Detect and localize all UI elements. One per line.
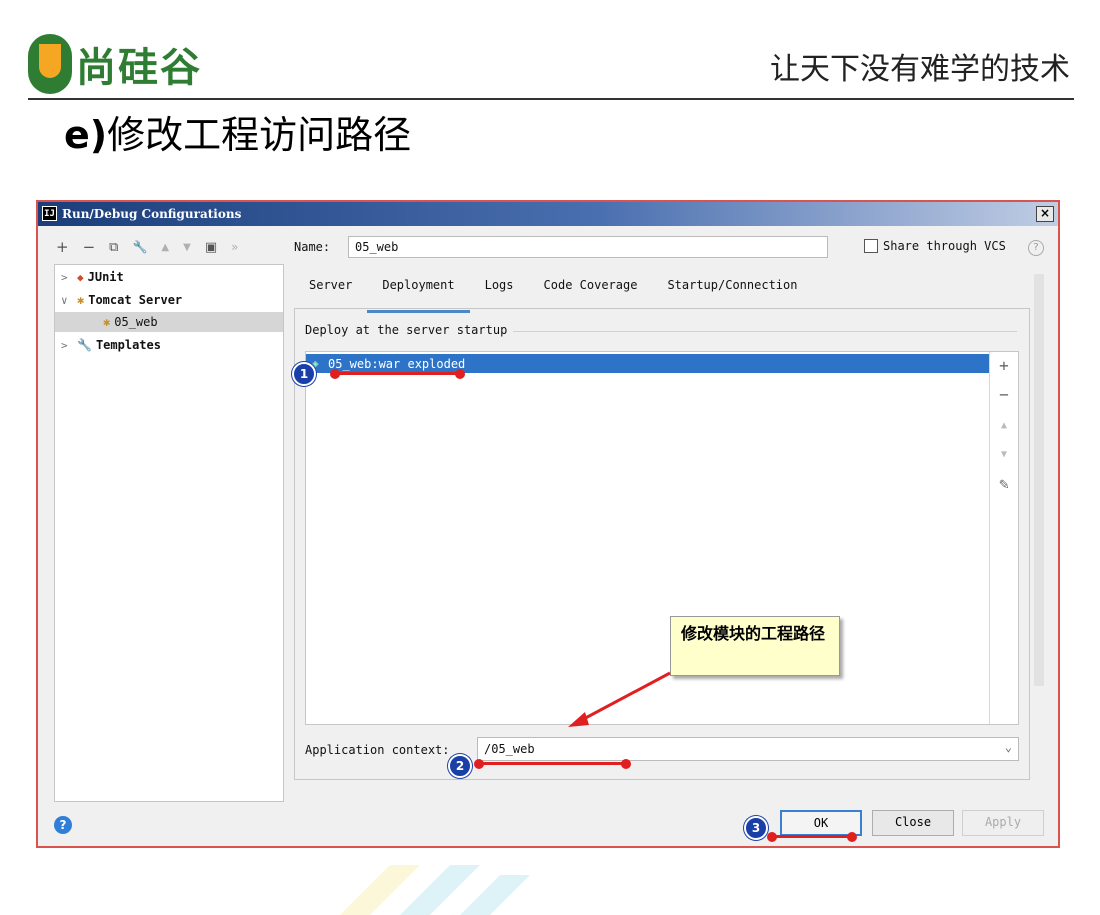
watermark-logo bbox=[340, 865, 530, 915]
annotation-dot bbox=[455, 369, 465, 379]
callout-arrowhead-icon bbox=[568, 712, 589, 727]
annotation-underline-2 bbox=[478, 762, 626, 765]
annotation-badge-1: 1 bbox=[292, 362, 316, 386]
annotation-dot bbox=[330, 369, 340, 379]
annotation-arrows bbox=[568, 671, 671, 727]
annotation-badge-3: 3 bbox=[744, 816, 768, 840]
annotation-dot bbox=[474, 759, 484, 769]
annotation-underline-3 bbox=[772, 835, 852, 838]
annotation-badge-2: 2 bbox=[448, 754, 472, 778]
annotation-dot bbox=[621, 759, 631, 769]
annotation-dot bbox=[847, 832, 857, 842]
annotation-dot bbox=[767, 832, 777, 842]
callout-arrow bbox=[577, 671, 671, 724]
annotation-underline-1 bbox=[334, 372, 460, 375]
